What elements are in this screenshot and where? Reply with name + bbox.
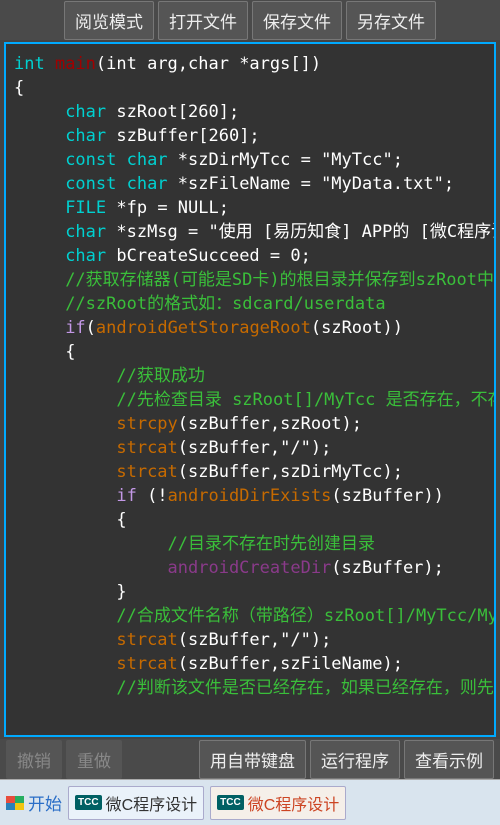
brace-open: { (65, 342, 75, 362)
keyword-char: char (65, 246, 106, 266)
fn-android-get-storage-root: androidGetStorageRoot (96, 318, 311, 338)
code-text: (szBuffer,szFileName); (178, 654, 403, 674)
fn-android-create-dir: androidCreateDir (168, 558, 332, 578)
start-button[interactable]: 开始 (6, 790, 62, 815)
code-text: ( (86, 318, 96, 338)
brace-close: } (116, 582, 126, 602)
taskbar-item-1[interactable]: TCC 微C程序设计 (68, 786, 204, 820)
code-text: *szDirMyTcc = "MyTcc"; (168, 150, 403, 170)
code-text: (szBuffer); (331, 558, 444, 578)
code-text: *szMsg = "使用 [易历知食] APP的 [微C程序设计 (106, 222, 496, 242)
open-file-button[interactable]: 打开文件 (158, 1, 248, 40)
keyboard-button[interactable]: 用自带键盘 (199, 740, 306, 779)
comment: //目录不存在时先创建目录 (168, 534, 375, 554)
comment: //szRoot的格式如：sdcard/userdata (65, 294, 385, 314)
fn-strcat: strcat (116, 438, 177, 458)
comment: //获取存储器(可能是SD卡)的根目录并保存到szRoot中 (65, 270, 494, 290)
save-as-button[interactable]: 另存文件 (346, 1, 436, 40)
code-text: (szBuffer,szDirMyTcc); (178, 462, 403, 482)
top-toolbar: 阅览模式 打开文件 保存文件 另存文件 (0, 0, 500, 40)
code-text: (szBuffer)) (331, 486, 444, 506)
fn-strcpy: strcpy (116, 414, 177, 434)
code-text: bCreateSucceed = 0; (106, 246, 311, 266)
keyword-const-char: const char (65, 150, 167, 170)
keyword-char: char (65, 222, 106, 242)
code-text: (! (137, 486, 168, 506)
fn-main: main (55, 54, 96, 74)
examples-button[interactable]: 查看示例 (404, 740, 494, 779)
keyword-const-char: const char (65, 174, 167, 194)
code-text: szRoot[260]; (106, 102, 239, 122)
keyword-file: FILE (65, 198, 106, 218)
undo-button[interactable]: 撤销 (6, 740, 62, 779)
bottom-toolbar: 撤销 重做 用自带键盘 运行程序 查看示例 (0, 739, 500, 779)
view-mode-button[interactable]: 阅览模式 (64, 1, 154, 40)
code-editor[interactable]: int main(int arg,char *args[]) { char sz… (4, 42, 496, 737)
windows-flag-icon (6, 796, 24, 810)
brace-open: { (116, 510, 126, 530)
comment: //获取成功 (116, 366, 204, 386)
taskbar-item-2[interactable]: TCC 微C程序设计 (210, 786, 346, 820)
code-text: *szFileName = "MyData.txt"; (168, 174, 455, 194)
comment: //判断该文件是否已经存在，如果已经存在，则先 (116, 678, 493, 698)
code-text: (szBuffer,"/"); (178, 630, 332, 650)
run-button[interactable]: 运行程序 (310, 740, 400, 779)
tcc-badge-icon: TCC (75, 795, 102, 810)
keyword-if: if (65, 318, 85, 338)
fn-strcat: strcat (116, 462, 177, 482)
tcc-badge-icon: TCC (217, 795, 244, 810)
start-label: 开始 (28, 790, 62, 815)
code-text: (int arg,char *args[]) (96, 54, 321, 74)
taskbar-item-label: 微C程序设计 (106, 791, 198, 815)
keyword-char: char (65, 102, 106, 122)
keyword-if: if (116, 486, 136, 506)
brace-open: { (14, 76, 486, 100)
save-file-button[interactable]: 保存文件 (252, 1, 342, 40)
fn-strcat: strcat (116, 630, 177, 650)
comment: //合成文件名称（带路径）szRoot[]/MyTcc/MyDa (116, 606, 496, 626)
comment: //先检查目录 szRoot[]/MyTcc 是否存在，不存在贝 (116, 390, 496, 410)
keyword-char: char (65, 126, 106, 146)
fn-strcat: strcat (116, 654, 177, 674)
code-text: *fp = NULL; (106, 198, 229, 218)
taskbar-item-label: 微C程序设计 (248, 791, 340, 815)
code-text: (szRoot)) (311, 318, 403, 338)
redo-button[interactable]: 重做 (66, 740, 122, 779)
code-text: (szBuffer,"/"); (178, 438, 332, 458)
taskbar: 开始 TCC 微C程序设计 TCC 微C程序设计 (0, 779, 500, 825)
keyword-int: int (14, 54, 55, 74)
code-text: szBuffer[260]; (106, 126, 260, 146)
fn-android-dir-exists: androidDirExists (168, 486, 332, 506)
code-text: (szBuffer,szRoot); (178, 414, 362, 434)
